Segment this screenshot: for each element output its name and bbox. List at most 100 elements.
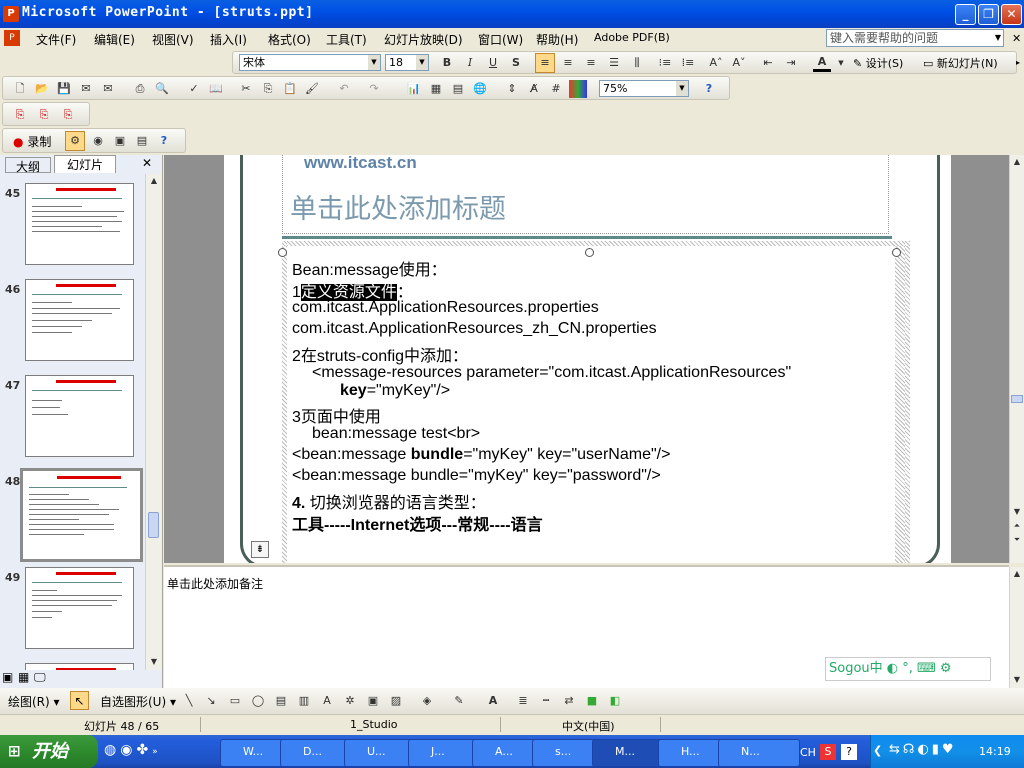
pdf-email-icon[interactable]: ⎘ <box>35 106 53 124</box>
distribute-icon[interactable]: ⫼ <box>628 54 646 72</box>
notes-scrollbar[interactable]: ▲ ▼ <box>1009 567 1024 688</box>
chevron-down-icon[interactable]: ▼ <box>992 30 1004 46</box>
start-button[interactable]: ⊞ 开始 <box>0 735 98 768</box>
powerpoint-icon[interactable]: P <box>3 6 19 22</box>
font-select[interactable]: 宋体 ▼ <box>239 54 381 71</box>
chevron-down-icon[interactable]: ▼ <box>676 81 688 96</box>
sogou-tray-icon[interactable]: S <box>820 744 836 760</box>
resize-handle[interactable] <box>278 248 287 257</box>
decrease-font-icon[interactable]: A˅ <box>730 54 748 72</box>
task-button[interactable]: N... <box>718 739 800 767</box>
autoshapes-button[interactable]: 自选图形(U) ▾ <box>100 693 176 710</box>
save-icon[interactable]: 💾 <box>55 80 73 98</box>
screen-icon[interactable]: ▣ <box>111 132 129 150</box>
slide-title-placeholder[interactable]: 单击此处添加标题 <box>290 187 506 226</box>
help-icon[interactable]: ? <box>155 132 173 150</box>
picture-icon[interactable]: ▨ <box>387 692 405 710</box>
paste-icon[interactable]: 📋 <box>281 80 299 98</box>
scroll-down-icon[interactable]: ▼ <box>147 655 161 669</box>
document-icon[interactable]: P <box>4 30 20 46</box>
chevron-down-icon[interactable]: ▼ <box>832 54 850 72</box>
slide-thumbnail[interactable] <box>25 567 134 649</box>
new-slide-button[interactable]: ▭ 新幻灯片(N) <box>923 55 998 71</box>
menu-window[interactable]: 窗口(W) <box>478 31 523 48</box>
slide-thumbnail[interactable] <box>25 375 134 457</box>
slide-thumbnail[interactable] <box>25 279 134 361</box>
formatting-icon[interactable]: A̸ <box>525 80 543 98</box>
scroll-up-icon[interactable]: ▲ <box>1010 567 1024 581</box>
chevron-down-icon[interactable]: ▼ <box>416 55 428 70</box>
broadcast-icon[interactable]: ⚙ <box>65 131 85 151</box>
email-icon[interactable]: ✉ <box>99 80 117 98</box>
scroll-down-icon[interactable]: ▼ <box>1010 505 1024 519</box>
font-color-icon[interactable]: A <box>484 692 502 710</box>
autofit-options-icon[interactable]: ⇟ <box>251 541 269 558</box>
language-indicator[interactable]: CH <box>800 746 816 759</box>
resize-handle[interactable] <box>585 248 594 257</box>
help-search-input[interactable]: 键入需要帮助的问题 <box>826 29 1004 47</box>
font-color-icon[interactable]: A <box>813 54 831 72</box>
help-icon[interactable]: ? <box>700 80 718 98</box>
toolbar-options-icon[interactable]: ▸ <box>1016 58 1020 67</box>
print-preview-icon[interactable]: 🔍 <box>153 80 171 98</box>
minimize-button[interactable]: _ <box>955 4 976 25</box>
rectangle-icon[interactable]: ▭ <box>226 692 244 710</box>
slide-thumbnail[interactable] <box>25 183 134 265</box>
msn-icon[interactable]: ✤ <box>136 742 152 758</box>
copy-icon[interactable]: ⎘ <box>259 80 277 98</box>
vertical-textbox-icon[interactable]: ▥ <box>295 692 313 710</box>
notes-placeholder[interactable]: 单击此处添加备注 <box>167 575 263 592</box>
tab-slides[interactable]: 幻灯片 <box>54 155 116 173</box>
permission-icon[interactable]: ✉ <box>77 80 95 98</box>
new-icon[interactable]: 🗋 <box>11 80 29 98</box>
settings-icon[interactable]: ▤ <box>133 132 151 150</box>
slide-thumbnail-selected[interactable] <box>20 468 143 562</box>
bold-icon[interactable]: B <box>438 54 456 72</box>
slide-canvas[interactable]: www.itcast.cn 单击此处添加标题 Bean:message使用： 1… <box>224 155 951 563</box>
align-left-icon[interactable]: ≡ <box>535 53 555 73</box>
decrease-indent-icon[interactable]: ⇤ <box>759 54 777 72</box>
line-style-icon[interactable]: ≣ <box>514 692 532 710</box>
menu-view[interactable]: 视图(V) <box>152 31 194 48</box>
scroll-up-icon[interactable]: ▲ <box>147 174 161 188</box>
firefox-icon[interactable]: ◉ <box>120 742 136 758</box>
shadow-style-icon[interactable]: ■ <box>583 692 601 710</box>
arrow-icon[interactable]: ↘ <box>202 692 220 710</box>
tray-icons[interactable]: ⇆☊◐▮♥ <box>889 742 957 757</box>
thumbnail-scrollbar[interactable]: ▲ ▼ <box>145 174 161 670</box>
increase-font-icon[interactable]: A˄ <box>707 54 725 72</box>
grid-icon[interactable]: # <box>547 80 565 98</box>
normal-view-icon[interactable]: ▣ <box>2 670 13 684</box>
italic-icon[interactable]: I <box>461 54 479 72</box>
quicklaunch-icon[interactable]: ◍ <box>104 742 120 758</box>
restore-button[interactable]: ❐ <box>978 4 999 25</box>
close-panel-icon[interactable]: ✕ <box>142 156 152 170</box>
line-color-icon[interactable]: ✎ <box>450 692 468 710</box>
draw-menu-button[interactable]: 绘图(R) ▾ <box>8 693 60 710</box>
tab-outline[interactable]: 大纲 <box>5 157 51 174</box>
tables-borders-icon[interactable]: ▤ <box>449 80 467 98</box>
justify-icon[interactable]: ☰ <box>605 54 623 72</box>
diagram-icon[interactable]: ✲ <box>341 692 359 710</box>
help-tray-icon[interactable]: ? <box>841 744 857 760</box>
slide-scrollbar[interactable]: ▲ ▼ ⏶ ⏷ <box>1009 155 1024 563</box>
sogou-ime-bar[interactable]: Sogou中 ◐ °, ⌨ ⚙ <box>825 657 991 681</box>
dash-style-icon[interactable]: ┅ <box>537 692 555 710</box>
record-button[interactable]: ● 录制 <box>13 133 51 150</box>
resize-handle[interactable] <box>892 248 901 257</box>
menu-insert[interactable]: 插入(I) <box>210 31 247 48</box>
scroll-thumb[interactable] <box>1011 395 1023 403</box>
chevron-icon[interactable]: » <box>152 747 162 757</box>
scroll-thumb[interactable] <box>148 512 159 538</box>
wordart-icon[interactable]: A <box>318 692 336 710</box>
menu-adobe-pdf[interactable]: Adobe PDF(B) <box>594 31 670 44</box>
slideshow-icon[interactable]: 🖵 <box>34 670 46 685</box>
table-icon[interactable]: ▦ <box>427 80 445 98</box>
bullets-icon[interactable]: ⁞≡ <box>679 54 697 72</box>
numbering-icon[interactable]: ⁝≡ <box>656 54 674 72</box>
hyperlink-icon[interactable]: 🌐 <box>471 80 489 98</box>
arrow-style-icon[interactable]: ⇄ <box>560 692 578 710</box>
align-center-icon[interactable]: ≡ <box>559 54 577 72</box>
select-pointer-icon[interactable]: ↖ <box>70 691 89 710</box>
3d-style-icon[interactable]: ◧ <box>606 692 624 710</box>
